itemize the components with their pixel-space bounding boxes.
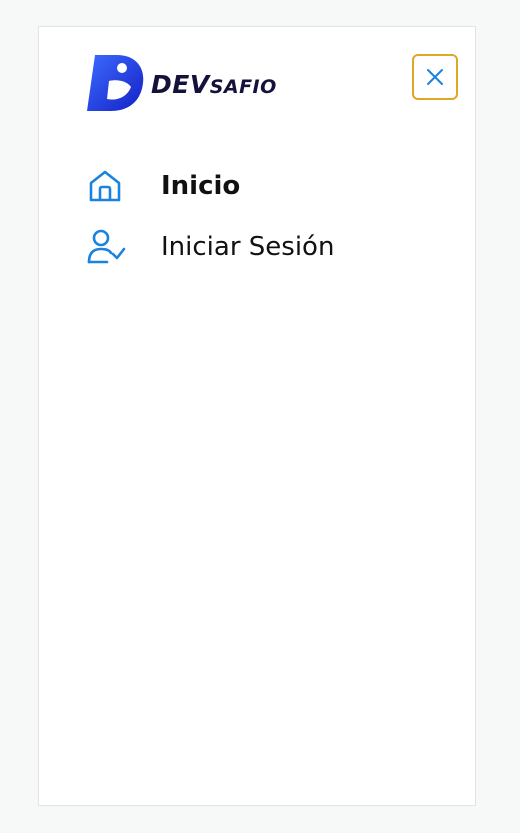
nav-item-iniciar-sesion[interactable]: Iniciar Sesión (87, 227, 334, 267)
home-icon (87, 166, 127, 206)
close-menu-button[interactable] (412, 54, 458, 100)
logo-mark-icon (87, 55, 144, 111)
logo-text-safio: SAFIO (209, 75, 277, 98)
user-check-icon (87, 227, 127, 267)
devsafio-logo[interactable]: DEVSAFIO (87, 53, 277, 113)
logo-text-dev: DEV (151, 69, 210, 99)
close-icon (427, 69, 443, 85)
side-drawer: DEVSAFIO Inicio Iniciar Sesión (38, 26, 476, 806)
nav-item-label: Inicio (161, 171, 241, 201)
logo-text: DEVSAFIO (151, 70, 277, 99)
nav-menu: Inicio Iniciar Sesión (87, 166, 334, 288)
nav-item-inicio[interactable]: Inicio (87, 166, 334, 206)
nav-item-label: Iniciar Sesión (161, 232, 335, 262)
